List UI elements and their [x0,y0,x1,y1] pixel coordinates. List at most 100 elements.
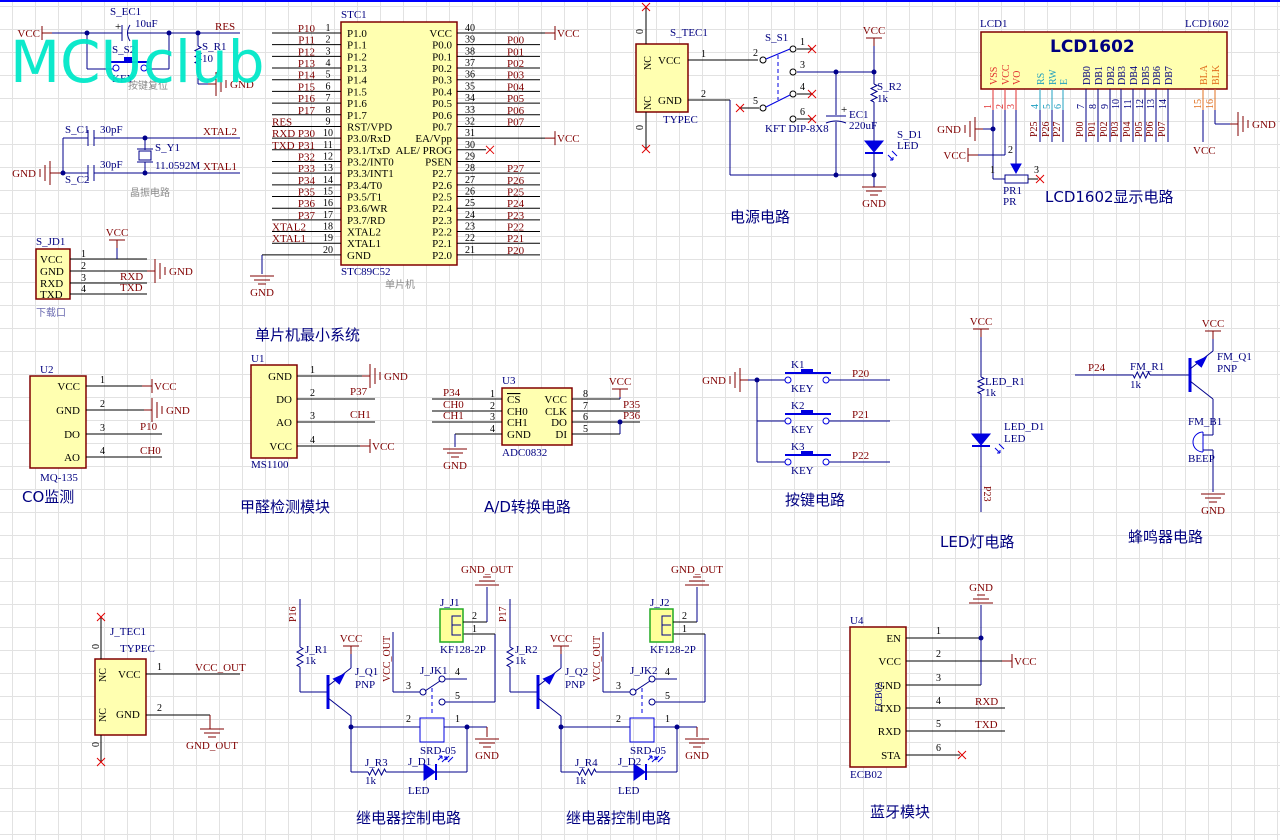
pin-number: 5 [1042,104,1053,109]
lcd-pin-name: DB2 [1106,66,1117,85]
key-value: KEY [791,383,814,395]
switch-pin-number: 3 [800,60,805,71]
pin-number: 13 [1146,99,1157,109]
xtal2-net-label: XTAL2 [203,126,237,138]
pin-number: 4 [100,446,105,457]
pin-number: 0 [91,644,102,649]
pin-name: AO [64,452,80,464]
pin-name: GND [268,371,292,383]
mcu-caption: 单片机 [385,278,415,291]
pin-number: 9 [1100,104,1111,109]
c1-ref: S_C1 [65,124,89,136]
pin-number: 32 [465,116,475,127]
pin-name: P1.7 [347,110,367,122]
switch-pin-number: 6 [800,107,805,118]
pin-name: GND [347,250,371,262]
pin-number: 2 [157,703,162,714]
pin-number: 28 [465,163,475,174]
pin-number: 3 [936,673,941,684]
pin-number: 2 [326,35,331,46]
led-value: LED [618,785,639,797]
pin-number: 34 [465,93,475,104]
connector-part: TYPEC [120,643,155,655]
resistor-ref: S_R2 [877,81,901,93]
vcc-net-label: VCC [609,376,632,388]
pin-name: DO [276,394,292,406]
pin-name: CH1 [507,417,528,429]
download-caption: 下载口 [36,307,66,319]
vcc-net-label: VCC [154,381,177,393]
net-label: P25 [1029,121,1040,137]
net-label: P20 [507,245,525,257]
switch-pin-number: 2 [753,48,758,59]
switch-pin-number: 4 [800,82,805,93]
pin-name: STA [881,750,901,762]
pin-number: 33 [465,105,475,116]
net-label: P20 [852,368,870,380]
pin-number: 2 [406,714,411,725]
pin-number: 2 [682,611,687,622]
net-label: P05 [507,93,525,105]
resistor-icon [976,376,986,395]
lcd-pin-name: DB0 [1082,66,1093,85]
junction-dot [833,69,839,75]
adc-ref: U3 [502,375,516,387]
sensor-part: MS1100 [251,459,289,471]
resistor-value: 1k [1130,379,1142,391]
net-label: P32 [298,151,315,163]
pin-number: 31 [465,128,475,139]
contact-icon [789,68,797,76]
connector-ref: J_TEC1 [110,626,146,638]
pin-number: 30 [465,140,475,151]
gnd-net-label: GND [862,198,886,210]
net-label: P06 [1145,121,1156,137]
pin-name: P2.4 [432,203,452,215]
light-emission-icon [887,150,898,161]
pin-number: 9 [326,116,331,127]
pin-name: P2.7 [432,168,452,180]
lcd-pin-name: VCC [1001,64,1012,85]
resistor-value: 1k [515,655,527,667]
pin-number: 1 [701,49,706,60]
net-label: P02 [507,58,524,70]
gnd-net-label: GND [685,750,709,762]
pin-name: P1.6 [347,98,367,110]
pin-number: 2 [472,611,477,622]
pin-name: P0.7 [432,121,452,133]
pin-name: VCC [57,381,80,393]
pin-number: 7 [1076,104,1087,109]
pin-number: 4 [81,284,86,295]
pin-number: 1 [81,249,86,260]
key-ref: K1 [791,359,804,371]
pin-number: 11 [323,140,333,151]
pin-number: 7 [583,401,588,412]
pin-number: 8 [1088,104,1099,109]
vcc-out-net-label: VCC_OUT [592,636,603,682]
pin-name: P0.5 [432,98,452,110]
pin-number: 4 [1030,104,1041,109]
nc-label: NC [643,96,654,110]
mcu-ref: STC1 [341,9,367,21]
pin-number: 1 [100,375,105,386]
pin-number: 1 [665,714,670,725]
pin-name: P3.5/T1 [347,192,382,204]
pin-name: ALE/ PROG [395,145,452,157]
net-label: CH1 [350,409,371,421]
net-label: P25 [507,187,525,199]
gnd-net-label: GND [1252,119,1276,131]
schematic-canvas: VCC + S_EC1 10uF RES S_S2 KEY GND S_R1 10 按键复位 GND S… [0,0,1280,840]
pin-number: 4 [310,435,315,446]
relay-coil-icon [419,717,445,743]
keys-section-title: 按键电路 [785,491,845,509]
lcd-pin-name: RS [1036,73,1047,85]
net-label: P30 [298,128,316,140]
pin-number: 8 [326,105,331,116]
pin-number: 2 [1008,145,1013,156]
transistor-ref: J_Q1 [355,666,378,678]
net-label: P24 [1088,362,1106,374]
net-label: P31 [298,140,315,152]
pin-name: VCC [118,669,141,681]
mcu-part: STC89C52 [341,266,391,278]
key-ref: K2 [791,400,804,412]
pin-number: 3 [81,273,86,284]
